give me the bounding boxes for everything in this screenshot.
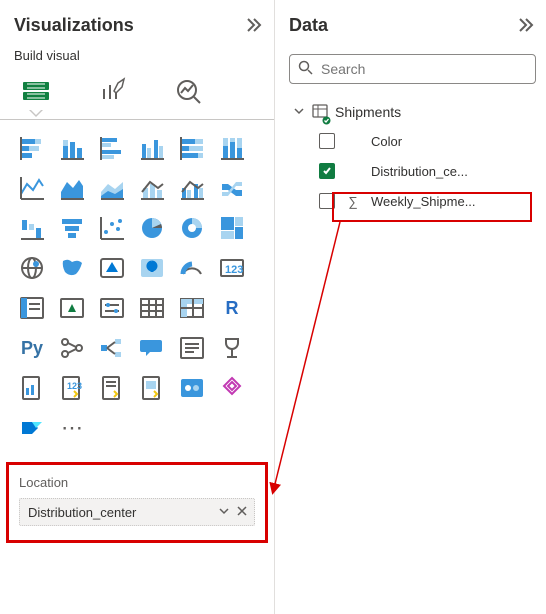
checkbox-weekly-shipments[interactable] [319, 193, 335, 209]
viz-donut-icon[interactable] [174, 210, 210, 246]
fields-tree: Shipments Color Distribution_ce... ∑ Wee… [289, 98, 536, 216]
viz-clustered-bar-icon[interactable] [94, 130, 130, 166]
viz-scatter-icon[interactable] [94, 210, 130, 246]
chevron-down-icon [293, 105, 305, 120]
viz-kpi-icon[interactable] [54, 290, 90, 326]
checkbox-color[interactable] [319, 133, 335, 149]
tab-format-visual[interactable] [96, 75, 128, 107]
location-field-name: Distribution_center [28, 505, 218, 520]
viz-treemap-icon[interactable] [214, 210, 250, 246]
viz-r-visual-icon[interactable]: R [214, 290, 250, 326]
viz-goals-icon[interactable] [214, 330, 250, 366]
search-input[interactable] [319, 60, 527, 78]
viz-table-icon[interactable] [134, 290, 170, 326]
table-icon [311, 102, 329, 123]
viz-slicer-icon[interactable] [94, 290, 130, 326]
viz-q-and-a-icon[interactable] [134, 330, 170, 366]
viz-clustered-column-icon[interactable] [134, 130, 170, 166]
viz-get-more-icon[interactable] [214, 370, 250, 406]
viz-tab-row [14, 69, 264, 111]
search-icon [298, 60, 313, 78]
collapse-data-pane-icon[interactable] [516, 15, 536, 35]
viz-stacked-column-icon[interactable] [54, 130, 90, 166]
sigma-icon: ∑ [345, 194, 361, 209]
collapse-viz-pane-icon[interactable] [244, 15, 264, 35]
viz-multi-row-card-icon[interactable] [14, 290, 50, 326]
viz-ribbon-icon[interactable] [214, 170, 250, 206]
checkbox-distribution-center[interactable] [319, 163, 335, 179]
viz-area-icon[interactable] [54, 170, 90, 206]
viz-automate-flow-icon[interactable] [14, 410, 50, 446]
location-well-label: Location [19, 475, 255, 490]
data-pane-title: Data [289, 15, 328, 36]
field-color[interactable]: Color [289, 126, 536, 156]
field-distribution-center[interactable]: Distribution_ce... [289, 156, 536, 186]
tab-build-visual[interactable] [20, 75, 52, 107]
chevron-down-icon[interactable] [218, 505, 230, 520]
viz-key-influencers-icon[interactable] [54, 330, 90, 366]
viz-shape-map-icon[interactable] [134, 250, 170, 286]
svg-text:123: 123 [225, 264, 243, 276]
tab-analytics[interactable] [172, 75, 204, 107]
visualization-gallery: 123 R Py 123 ⋯ [14, 126, 264, 450]
location-field-well: Location Distribution_center [6, 462, 268, 543]
viz-gauge-icon[interactable] [174, 250, 210, 286]
viz-stacked-area-icon[interactable] [94, 170, 130, 206]
viz-paginated-report-icon[interactable] [14, 370, 50, 406]
viz-100-stacked-bar-icon[interactable] [174, 130, 210, 166]
viz-matrix-icon[interactable] [174, 290, 210, 326]
viz-100-stacked-column-icon[interactable] [214, 130, 250, 166]
search-box[interactable] [289, 54, 536, 84]
svg-text:123: 123 [67, 381, 82, 391]
table-name: Shipments [335, 104, 401, 120]
visualizations-title: Visualizations [14, 15, 134, 36]
build-visual-subtitle: Build visual [14, 48, 264, 63]
viz-map-icon[interactable] [14, 250, 50, 286]
viz-decomposition-tree-icon[interactable] [94, 330, 130, 366]
viz-arcgis-icon[interactable] [134, 370, 170, 406]
viz-funnel-icon[interactable] [54, 210, 90, 246]
viz-smart-narrative-icon[interactable] [174, 330, 210, 366]
data-pane: Data Shipments Color Distr [275, 0, 546, 614]
field-weekly-shipments[interactable]: ∑ Weekly_Shipme... [289, 186, 536, 216]
viz-power-apps-icon[interactable] [94, 370, 130, 406]
viz-app-source-icon[interactable] [174, 370, 210, 406]
viz-more-options-icon[interactable]: ⋯ [54, 410, 90, 446]
viz-azure-map-icon[interactable] [94, 250, 130, 286]
viz-stacked-bar-icon[interactable] [14, 130, 50, 166]
viz-line-icon[interactable] [14, 170, 50, 206]
remove-field-icon[interactable] [236, 505, 248, 520]
viz-waterfall-icon[interactable] [14, 210, 50, 246]
table-shipments[interactable]: Shipments [289, 98, 536, 126]
viz-card-icon[interactable]: 123 [214, 250, 250, 286]
viz-python-icon[interactable]: Py [14, 330, 50, 366]
field-label: Distribution_ce... [371, 164, 536, 179]
viz-line-stacked-column-icon[interactable] [134, 170, 170, 206]
location-field-chip[interactable]: Distribution_center [19, 498, 255, 526]
visualizations-pane: Visualizations Build visual [0, 0, 275, 614]
field-label: Weekly_Shipme... [371, 194, 536, 209]
viz-filled-map-icon[interactable] [54, 250, 90, 286]
viz-pie-icon[interactable] [134, 210, 170, 246]
field-label: Color [371, 134, 536, 149]
viz-line-clustered-column-icon[interactable] [174, 170, 210, 206]
viz-power-automate-icon[interactable]: 123 [54, 370, 90, 406]
